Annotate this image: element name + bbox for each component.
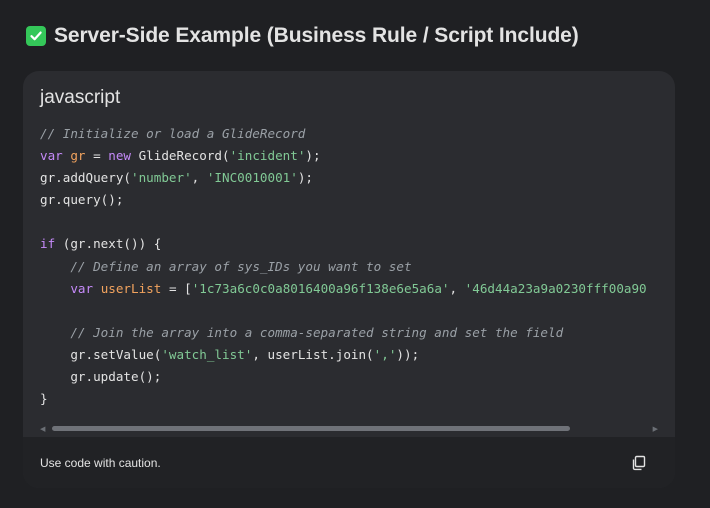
code-token: // Initialize or load a GlideRecord (40, 126, 306, 141)
code-block-footer: Use code with caution. (23, 437, 675, 488)
code-token: if (40, 236, 56, 252)
code-token: // Join the array into a comma-separated… (70, 324, 564, 340)
code-token: = (85, 148, 109, 164)
code-line: // Initialize or load a GlideRecord (40, 123, 675, 145)
code-token: (gr.next()) { (55, 236, 162, 252)
horizontal-scrollbar[interactable]: ◀ ▶ (40, 423, 658, 433)
code-line: gr.setValue('watch_list', userList.join(… (40, 344, 675, 366)
code-line: gr.update(); (40, 366, 675, 388)
code-token: '46d44a23a9a0230fff00a90 (464, 280, 647, 296)
code-token: ); (297, 170, 314, 186)
code-token: GlideRecord( (131, 148, 230, 164)
code-token: gr.addQuery( (40, 170, 131, 186)
code-token: var (70, 280, 94, 296)
code-token: 'watch_list' (161, 346, 253, 362)
code-token: 'INC0010001' (206, 170, 298, 186)
code-token: gr.query(); (40, 192, 124, 208)
code-token: , userList.join( (252, 346, 374, 362)
code-content[interactable]: // Initialize or load a GlideRecord var g… (40, 123, 675, 410)
code-token: ',' (373, 346, 397, 362)
code-token: )); (396, 346, 420, 362)
code-token: // Define an array of sys_IDs you want t… (70, 258, 412, 274)
code-line: // Join the array into a comma-separated… (40, 322, 675, 344)
copy-code-button[interactable] (627, 451, 651, 475)
code-token: = [ (161, 280, 192, 296)
code-line: gr.addQuery('number', 'INC0010001'); (40, 167, 675, 189)
section-heading: Server-Side Example (Business Rule / Scr… (26, 24, 579, 48)
scroll-left-arrow-icon[interactable]: ◀ (40, 425, 45, 433)
code-token: gr.update(); (40, 369, 162, 385)
code-token: userList (100, 280, 162, 296)
section-heading-text: Server-Side Example (Business Rule / Scr… (54, 24, 579, 47)
check-mark-icon (26, 26, 46, 46)
code-token: new (108, 148, 132, 164)
code-line: var gr = new GlideRecord('incident'); (40, 145, 675, 167)
code-block: javascript // Initialize or load a Glide… (23, 71, 675, 488)
code-line: var userList = ['1c73a6c0c0a8016400a96f1… (40, 278, 675, 300)
code-token: gr.setValue( (40, 346, 162, 362)
scroll-right-arrow-icon[interactable]: ▶ (653, 425, 658, 433)
code-token: } (40, 391, 48, 407)
code-token: gr (70, 148, 86, 164)
code-token: 'incident' (229, 148, 306, 164)
code-language-label: javascript (40, 87, 121, 108)
code-token: '1c73a6c0c0a8016400a96f138e6e5a6a' (191, 280, 450, 296)
caution-text: Use code with caution. (40, 456, 161, 470)
copy-icon (632, 455, 646, 471)
code-line: // Define an array of sys_IDs you want t… (40, 256, 675, 278)
scrollbar-thumb[interactable] (52, 426, 570, 431)
code-line: } (40, 388, 675, 410)
code-token: ); (305, 148, 321, 164)
code-line: gr.query(); (40, 189, 675, 211)
code-token: 'number' (131, 170, 192, 186)
code-line: if (gr.next()) { (40, 233, 675, 255)
code-token: , (449, 280, 465, 296)
code-token: , (191, 170, 207, 186)
code-token: var (40, 148, 63, 164)
